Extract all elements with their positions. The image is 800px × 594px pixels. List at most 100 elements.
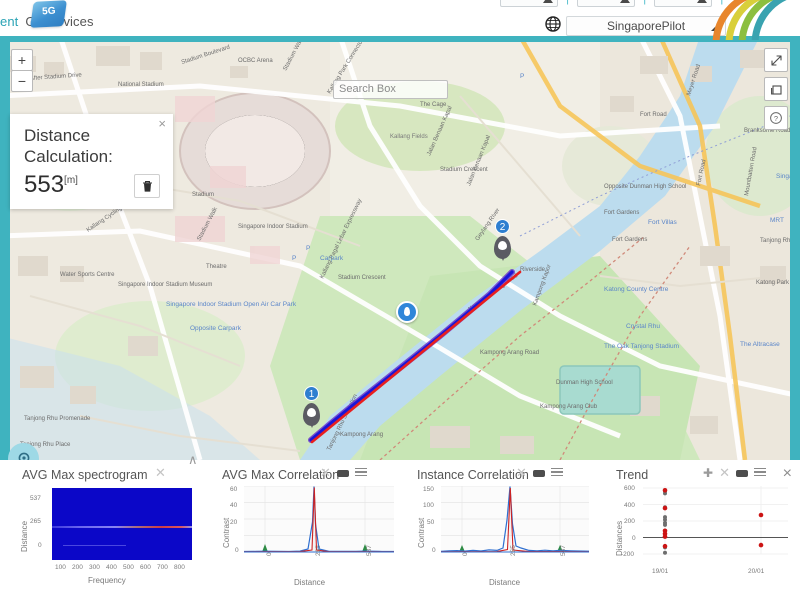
app-header: entG5 Devices 5G | | | SingaporePilot [0,0,800,40]
svg-text:Kampong Arang Club: Kampong Arang Club [540,404,598,410]
panel-trend: Trend ✚ ✕ × 600 400 200 0 -200 Distances… [599,460,800,594]
panel-avg-max-spectrogram: AVG Max spectrogram ✕ 537 265 0 Distance… [0,460,208,594]
panels-collapse-toggle[interactable]: ∧ [188,452,198,468]
svg-text:Singapore Indoor Stadium Museu: Singapore Indoor Stadium Museum [118,282,212,288]
panel-title: Trend [616,468,649,482]
bottom-panels: AVG Max spectrogram ✕ 537 265 0 Distance… [0,460,800,594]
svg-text:Water Sports Centre: Water Sports Centre [60,272,115,278]
y-tick: 60 [230,486,238,493]
svg-text:Tanjong Rhu Promenade: Tanjong Rhu Promenade [24,416,91,422]
x-tick: 20/01 [748,568,765,575]
map-zoom-controls: + − [11,49,33,92]
divider: | [566,0,569,5]
x-tick: 0 [266,552,273,556]
search-input[interactable]: Search Box [333,80,448,99]
fullscreen-button[interactable] [764,48,788,72]
close-icon[interactable]: ✕ [155,466,166,479]
trash-icon [142,180,152,192]
menu-icon[interactable] [550,467,563,479]
menu-icon[interactable] [753,467,766,479]
delete-distance-button[interactable] [134,174,160,198]
map-container[interactable]: After Stadium Drive National Stadium Sta… [0,36,800,460]
svg-text:Riverside: Riverside [520,267,546,273]
y-tick: 0 [235,547,239,554]
top-dropdown-2[interactable] [577,0,636,7]
distance-calculation-card: × Distance Calculation: 553[m] [10,114,173,209]
y-tick: 0 [38,542,42,549]
menu-icon[interactable] [354,467,367,479]
help-button[interactable]: ? [764,106,788,130]
y-tick: 150 [423,486,434,493]
svg-text:Dunman High School: Dunman High School [556,380,613,386]
svg-text:Fort Villas: Fort Villas [648,219,678,226]
y-axis-label: Contrast [222,517,231,548]
x-tick: 600 [140,564,151,571]
water-drop-marker-icon[interactable] [396,301,418,323]
top-dropdown-1[interactable] [500,0,558,7]
divider: | [643,0,646,5]
breadcrumb-cut-item[interactable]: ent [0,14,18,29]
y-tick: 537 [30,495,41,502]
layers-icon [770,84,782,95]
x-tick: 300 [89,564,100,571]
svg-text:Stadium: Stadium [192,192,214,198]
x-tick: 500 [123,564,134,571]
spectrogram-image [52,488,192,560]
x-tick: 0 [462,552,469,556]
expand-arrow-icon [770,54,782,66]
panel-title: AVG Max spectrogram [22,468,148,482]
move-icon[interactable]: ✚ [703,467,713,479]
svg-text:Stadium Crescent: Stadium Crescent [338,275,386,281]
layers-button[interactable] [764,77,788,101]
svg-text:P: P [520,73,524,80]
legend-toggle-icon[interactable] [735,469,748,477]
map-canvas[interactable]: After Stadium Drive National Stadium Sta… [0,36,800,460]
panel-icons: ✕ [516,466,563,479]
svg-text:Theatre: Theatre [206,264,227,270]
svg-text:National Stadium: National Stadium [118,82,164,88]
x-tick: 265 [315,545,322,556]
svg-text:Opposite Carpark: Opposite Carpark [190,325,242,332]
panel-title: Instance Correlation [417,468,529,482]
y-axis-label: Contrast [417,517,426,548]
map-marker-1[interactable]: 1 [303,386,320,428]
distance-calculation-title: Distance Calculation: [24,126,113,166]
locate-icon [18,452,29,460]
map-marker-2[interactable]: 2 [494,219,511,261]
logo-label: 5G [41,5,56,18]
svg-text:Fort Gardens: Fort Gardens [612,237,647,243]
panel-icons: ✕ [155,466,166,479]
y-axis-label: Distances [615,520,624,556]
svg-text:Crystal Rhu: Crystal Rhu [626,323,660,330]
x-tick: 265 [510,545,517,556]
x-axis-label: Distance [294,578,326,587]
legend-toggle-icon[interactable] [336,469,349,477]
legend-toggle-icon[interactable] [532,469,545,477]
svg-text:Kampong Arang: Kampong Arang [340,432,383,438]
x-tick: 800 [174,564,185,571]
close-icon[interactable]: ✕ [320,466,331,479]
x-axis-label: Frequency [88,576,126,585]
svg-text:MRT: MRT [770,217,784,224]
map-marker-2-badge: 2 [495,219,510,234]
region-select-value: SingaporePilot [606,19,686,33]
svg-text:P: P [306,245,310,252]
svg-text:P: P [292,255,296,262]
y-tick: 400 [624,502,635,509]
svg-text:Kampong Arang Road: Kampong Arang Road [480,350,539,356]
y-tick: 0 [632,535,636,542]
svg-text:Katong Park: Katong Park [756,280,790,286]
close-icon[interactable]: ✕ [719,466,730,479]
spectrogram-faint-band [63,545,127,546]
y-tick: 200 [624,518,635,525]
spectrogram-hot-band [52,526,192,528]
svg-text:Katong County Centre: Katong County Centre [604,286,669,293]
svg-text:?: ? [774,114,778,123]
zoom-out-button[interactable]: − [11,70,33,92]
zoom-in-button[interactable]: + [11,49,33,71]
close-panels-button[interactable]: × [783,465,792,483]
pin-body [303,403,320,428]
panel-icons: ✚ ✕ [703,466,766,479]
close-icon[interactable]: ✕ [516,466,527,479]
trend-plot [643,486,788,555]
